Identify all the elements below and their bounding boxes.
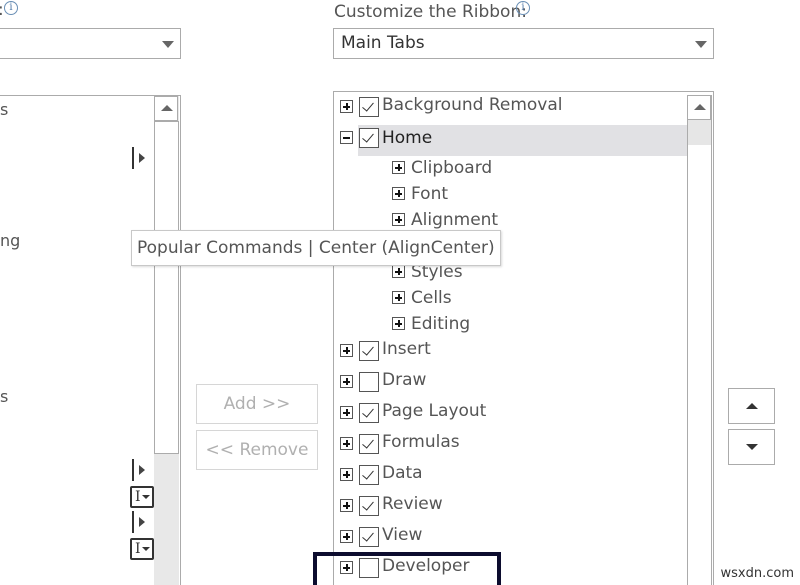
expand-icon[interactable] <box>392 317 405 330</box>
tree-item[interactable]: Clipboard <box>337 157 682 183</box>
expand-icon[interactable] <box>392 265 405 278</box>
checkmark-icon <box>362 99 374 112</box>
tab-checkbox[interactable] <box>359 403 379 423</box>
expand-icon[interactable] <box>340 437 353 450</box>
tree-item-label: Formulas <box>382 432 460 452</box>
tree-item-label: Data <box>382 463 423 483</box>
tab-checkbox[interactable] <box>359 128 379 148</box>
expand-icon[interactable] <box>340 468 353 481</box>
tab-checkbox[interactable] <box>359 465 379 485</box>
tree-item-label: View <box>382 525 423 545</box>
arrow-down-icon <box>746 444 758 450</box>
left-label-fragment: : <box>0 0 4 20</box>
tab-checkbox[interactable] <box>359 97 379 117</box>
command-item-fragment[interactable]: s <box>0 387 8 406</box>
tree-item[interactable]: Formulas <box>337 431 682 457</box>
tree-item-label: Font <box>411 184 449 204</box>
tree-item[interactable]: Background Removal <box>337 94 682 120</box>
checkmark-icon <box>362 343 374 356</box>
tree-item-label: Editing <box>411 314 471 334</box>
checkmark-icon <box>362 130 374 143</box>
expand-icon[interactable] <box>340 100 353 113</box>
command-item-fragment[interactable]: s <box>0 100 8 119</box>
tree-item[interactable]: Font <box>337 183 682 209</box>
expand-icon[interactable] <box>340 406 353 419</box>
expand-icon[interactable] <box>392 161 405 174</box>
tab-checkbox[interactable] <box>359 527 379 547</box>
collapse-icon[interactable] <box>340 131 353 144</box>
scroll-up-button[interactable] <box>154 96 178 121</box>
command-tooltip: Popular Commands | Center (AlignCenter) <box>131 230 501 266</box>
tree-scrollbar[interactable] <box>687 95 712 585</box>
tree-item[interactable]: Editing <box>337 313 682 339</box>
tree-item-label: Background Removal <box>382 95 563 115</box>
command-item-fragment[interactable]: ng <box>0 231 20 250</box>
tree-item-label: Page Layout <box>382 401 487 421</box>
move-down-button[interactable] <box>728 429 775 465</box>
submenu-arrow-icon <box>132 147 148 169</box>
developer-highlight-box <box>313 552 501 585</box>
info-icon: i <box>4 1 18 15</box>
remove-button[interactable]: << Remove <box>196 430 318 470</box>
scrollbar-thumb[interactable] <box>154 121 179 454</box>
tree-item[interactable]: Draw <box>337 369 682 395</box>
tab-checkbox[interactable] <box>359 341 379 361</box>
tree-item-label: Clipboard <box>411 158 493 178</box>
expand-icon[interactable] <box>392 291 405 304</box>
expand-icon[interactable] <box>340 344 353 357</box>
expand-icon[interactable] <box>340 530 353 543</box>
expand-icon[interactable] <box>392 187 405 200</box>
move-up-button[interactable] <box>728 388 775 424</box>
checkmark-icon <box>362 467 374 480</box>
scrollbar-track-segment[interactable] <box>688 120 711 145</box>
checkmark-icon <box>362 405 374 418</box>
customize-ribbon-dropdown[interactable]: Main Tabs <box>333 28 714 59</box>
expand-icon[interactable] <box>392 213 405 226</box>
arrow-up-icon <box>746 403 758 409</box>
checkmark-icon <box>362 529 374 542</box>
info-icon: i <box>516 1 530 15</box>
tree-item-label: Home <box>382 128 433 148</box>
chevron-down-icon <box>695 41 707 48</box>
submenu-arrow-icon <box>132 459 148 481</box>
tree-item[interactable]: Insert <box>337 338 682 364</box>
tab-checkbox[interactable] <box>359 372 379 392</box>
tree-item[interactable]: Page Layout <box>337 400 682 426</box>
submenu-arrow-icon <box>132 511 148 533</box>
tree-item-label: Review <box>382 494 443 514</box>
text-field-dropdown-icon: I <box>130 486 154 508</box>
expand-icon[interactable] <box>340 375 353 388</box>
tree-item-label: Draw <box>382 370 427 390</box>
chevron-down-icon <box>162 41 174 48</box>
tree-item[interactable]: Cells <box>337 287 682 313</box>
scroll-up-button[interactable] <box>687 95 711 120</box>
customize-ribbon-label: Customize the Ribbon: <box>334 2 527 22</box>
tree-item-label: Insert <box>382 339 431 359</box>
checkmark-icon <box>362 436 374 449</box>
watermark: wsxdn.com <box>720 566 795 581</box>
tree-item-label: Cells <box>411 288 452 308</box>
tree-item[interactable]: Home <box>340 125 687 156</box>
checkmark-icon <box>362 498 374 511</box>
tab-checkbox[interactable] <box>359 434 379 454</box>
expand-icon[interactable] <box>340 499 353 512</box>
text-field-dropdown-icon: I <box>130 538 154 560</box>
tree-item[interactable]: Data <box>337 462 682 488</box>
add-button[interactable]: Add >> <box>196 384 318 424</box>
choose-commands-dropdown[interactable] <box>0 28 181 59</box>
tree-item-label: Alignment <box>411 210 499 230</box>
tab-checkbox[interactable] <box>359 496 379 516</box>
tree-item[interactable]: View <box>337 524 682 550</box>
tree-item[interactable]: Review <box>337 493 682 519</box>
